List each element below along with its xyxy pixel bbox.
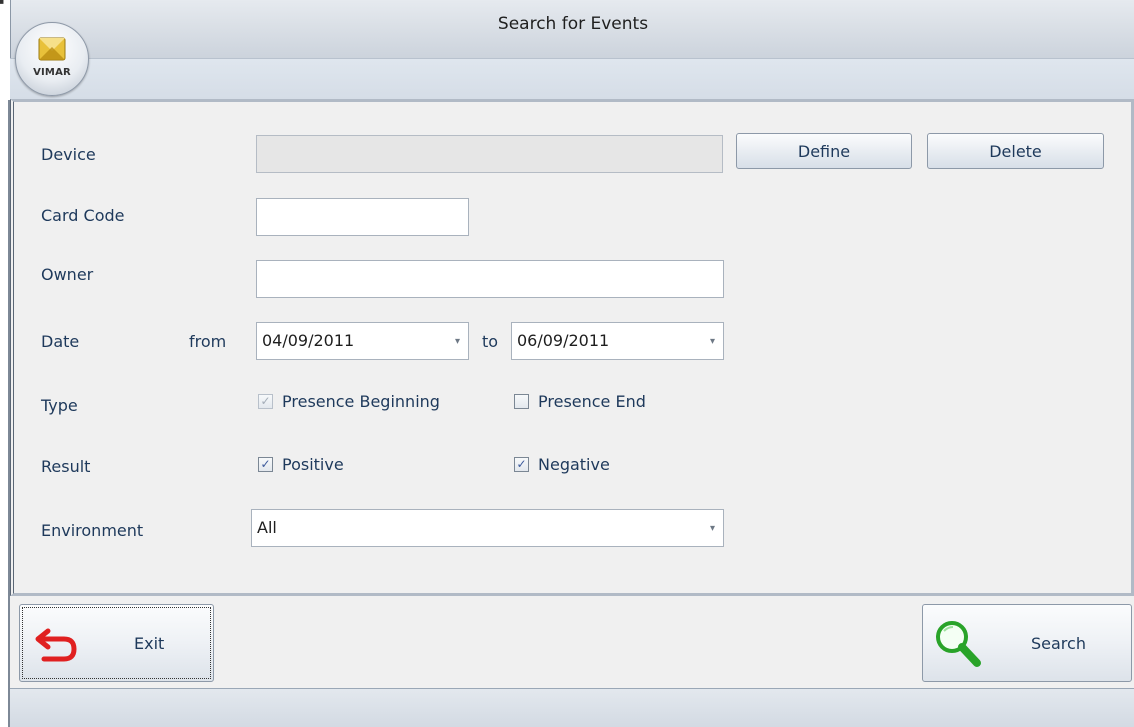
- device-label: Device: [41, 145, 96, 164]
- type-label: Type: [41, 396, 78, 415]
- negative-checkbox[interactable]: ✓: [514, 457, 529, 472]
- search-label: Search: [1031, 634, 1086, 653]
- ribbon-strip: [10, 58, 1134, 100]
- search-button[interactable]: Search: [922, 604, 1132, 682]
- date-from-label: from: [189, 332, 226, 351]
- undo-arrow-icon: [34, 623, 78, 663]
- search-form-panel: Device Define Delete Card Code Owner Dat…: [10, 99, 1134, 596]
- chevron-down-icon[interactable]: ▾: [710, 523, 715, 534]
- define-button[interactable]: Define: [736, 133, 912, 169]
- date-from-picker[interactable]: 04/09/2011 ▾: [256, 322, 469, 360]
- presence-beginning-checkbox: ✓: [258, 394, 273, 409]
- chevron-down-icon[interactable]: ▾: [455, 336, 460, 347]
- window-title: Search for Events: [11, 14, 1134, 34]
- environment-select[interactable]: All ▾: [251, 509, 724, 547]
- title-bar: Search for Events: [10, 0, 1134, 58]
- positive-label: Positive: [282, 455, 344, 474]
- presence-end-label: Presence End: [538, 392, 646, 411]
- card-code-label: Card Code: [41, 206, 124, 225]
- card-code-input[interactable]: [256, 198, 469, 236]
- result-label: Result: [41, 457, 90, 476]
- exit-label: Exit: [134, 634, 164, 653]
- date-from-value: 04/09/2011: [262, 331, 354, 350]
- magnifier-icon: [933, 619, 985, 669]
- presence-end-checkbox[interactable]: [514, 394, 529, 409]
- date-label: Date: [41, 332, 79, 351]
- date-to-value: 06/09/2011: [517, 331, 609, 350]
- exit-button[interactable]: Exit: [19, 604, 214, 682]
- environment-label: Environment: [41, 521, 143, 540]
- logo-text: VIMAR: [16, 67, 88, 78]
- checkmark-icon: ✓: [260, 457, 270, 471]
- presence-beginning-label: Presence Beginning: [282, 392, 440, 411]
- device-field: [256, 135, 723, 173]
- environment-value: All: [257, 518, 277, 537]
- status-bar: [10, 689, 1134, 727]
- application-menu-button[interactable]: VIMAR: [15, 22, 89, 96]
- window-corner-mark: ▘: [0, 0, 6, 8]
- owner-input[interactable]: [256, 260, 724, 298]
- window-left-edge: [0, 0, 10, 727]
- delete-button[interactable]: Delete: [927, 133, 1104, 169]
- positive-checkbox[interactable]: ✓: [258, 457, 273, 472]
- vimar-logo-icon: [38, 37, 66, 61]
- chevron-down-icon[interactable]: ▾: [710, 336, 715, 347]
- action-bar: Exit Search: [10, 596, 1134, 689]
- checkmark-icon: ✓: [516, 457, 526, 471]
- negative-label: Negative: [538, 455, 610, 474]
- date-to-label: to: [482, 332, 498, 351]
- date-to-picker[interactable]: 06/09/2011 ▾: [511, 322, 724, 360]
- owner-label: Owner: [41, 265, 93, 284]
- checkmark-icon: ✓: [260, 394, 270, 408]
